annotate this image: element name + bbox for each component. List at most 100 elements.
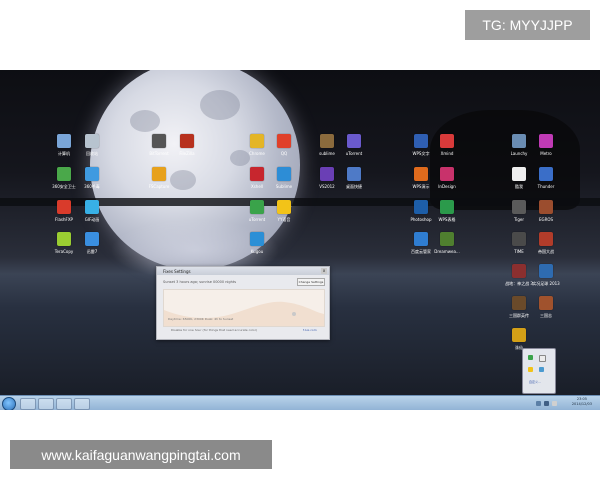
- desktop-icon[interactable]: 桌面快捷: [335, 165, 373, 199]
- desktop-icon-label: EGROS: [538, 217, 554, 222]
- app-icon: [440, 232, 454, 246]
- app-icon: [320, 167, 334, 181]
- desktop-icon-label: Metro: [540, 151, 552, 156]
- desktop-icon[interactable]: GIF动画: [73, 198, 111, 232]
- app-icon: [512, 264, 526, 278]
- app-icon: [512, 134, 526, 148]
- tray-flag-icon[interactable]: [539, 355, 546, 362]
- tray-app2-icon[interactable]: [528, 367, 533, 372]
- desktop-icon-label: VS2012: [319, 184, 335, 189]
- desktop-icon-label: uTorrent: [248, 217, 266, 222]
- app-icon: [57, 134, 71, 148]
- tray-app3-icon[interactable]: [539, 367, 544, 372]
- app-icon: [57, 200, 71, 214]
- desktop-icon-label: WPS演示: [412, 184, 430, 189]
- desktop-icon[interactable]: Sublime: [265, 165, 303, 199]
- taskbar-folder-button[interactable]: [38, 398, 54, 410]
- desktop-icon-label: FSCapture: [148, 184, 170, 189]
- app-icon: [57, 167, 71, 181]
- app-icon: [347, 134, 361, 148]
- desktop-icon[interactable]: FileZilla: [168, 132, 206, 166]
- app-icon: [539, 296, 553, 310]
- dialog-status: Sunset 3 hours ago; sunrise 00000 nights: [163, 280, 237, 284]
- desktop-icon[interactable]: 回收站: [73, 132, 111, 166]
- app-icon: [250, 200, 264, 214]
- desktop-icon-label: Chrome: [249, 151, 265, 156]
- app-icon: [180, 134, 194, 148]
- app-icon: [250, 134, 264, 148]
- desktop-icon-label: GIF动画: [84, 217, 100, 222]
- desktop-icon-label: 计算机: [58, 151, 70, 156]
- desktop-icon-label: QQ: [280, 151, 288, 156]
- dialog-titlebar[interactable]: Fixes Settings x: [157, 267, 329, 275]
- clock-date: 2014/12/03: [571, 402, 592, 406]
- desktop-icon[interactable]: 迅雷7: [73, 230, 111, 264]
- app-icon: [512, 328, 526, 342]
- desktop-icon-label: Xmind: [440, 151, 454, 156]
- desktop-icon-label: TIME: [514, 249, 524, 254]
- app-icon: [440, 167, 454, 181]
- app-icon: [440, 134, 454, 148]
- app-icon: [347, 167, 361, 181]
- desktop-icon-label: Sublime: [275, 184, 293, 189]
- desktop-icon[interactable]: QQ: [265, 132, 303, 166]
- desktop-icon[interactable]: Metro: [527, 132, 565, 166]
- tray-overflow-popup[interactable]: 自定义...: [522, 348, 556, 394]
- desktop-icon-label: Tiger: [513, 217, 525, 222]
- desktop-icon-label: FileZilla: [179, 151, 195, 156]
- bottom-watermark: www.kaifaguanwangpingtai.com: [10, 440, 272, 469]
- desktop-icon-label: uTorrent: [345, 151, 363, 156]
- desktop-icon[interactable]: Thunder: [527, 165, 565, 199]
- desktop-icon[interactable]: 实况足球 2013: [527, 262, 565, 296]
- desktop-icon[interactable]: 360杀毒: [73, 165, 111, 199]
- taskbar-explorer-button[interactable]: [20, 398, 36, 410]
- change-settings-button[interactable]: Change Settings: [297, 278, 325, 286]
- slider-knob[interactable]: [292, 312, 296, 316]
- desktop-icon[interactable]: Kugou: [238, 230, 276, 264]
- app-icon: [277, 200, 291, 214]
- desktop-icon-label: 三国志: [540, 313, 552, 318]
- desktop-icon-label: WPS表格: [438, 217, 456, 222]
- graph-footer: Daytime: 6500K, 2300K Dusk: 4h to Sunset: [168, 317, 234, 321]
- desktop-icon-label: 帝国大战: [538, 249, 554, 254]
- close-icon[interactable]: x: [321, 268, 327, 274]
- desktop-icon-label: Thunder: [537, 184, 555, 189]
- desktop-icon[interactable]: Xmind: [428, 132, 466, 166]
- desktop-icon-label: YY语音: [277, 217, 291, 222]
- desktop-icon[interactable]: 三国志: [527, 294, 565, 328]
- desktop-icon[interactable]: Dreamwea...: [428, 230, 466, 264]
- flux-link[interactable]: f.lux.com: [303, 328, 317, 332]
- taskbar-chrome-button[interactable]: [56, 398, 72, 410]
- tray-customize-link[interactable]: 自定义...: [529, 380, 541, 384]
- app-icon: [512, 167, 526, 181]
- flux-settings-dialog[interactable]: Fixes Settings x Sunset 3 hours ago; sun…: [156, 266, 330, 340]
- app-icon: [512, 200, 526, 214]
- taskbar-app-button[interactable]: [74, 398, 90, 410]
- desktop-icon-label: FlashFXP: [55, 217, 73, 222]
- start-button[interactable]: [2, 397, 16, 410]
- taskbar-clock[interactable]: 23:05 2014/12/03: [572, 397, 592, 407]
- desktop-icon[interactable]: FSCapture: [140, 165, 178, 199]
- desktop-icon[interactable]: EGROS: [527, 198, 565, 232]
- desktop-icon[interactable]: InDesign: [428, 165, 466, 199]
- desktop-icon[interactable]: WPS表格: [428, 198, 466, 232]
- network-icon[interactable]: [536, 401, 541, 406]
- desktop-icon-label: 迅雷7: [86, 249, 98, 254]
- desktop-icon[interactable]: YY语音: [265, 198, 303, 232]
- desktop-icon-label: Kugou: [250, 249, 264, 254]
- desktop-icon-label: InDesign: [438, 184, 456, 189]
- desktop[interactable]: 计算机 回收站 360安全卫士 360杀毒 FlashFXP GIF动画 TeraCopy 迅…: [0, 70, 600, 410]
- app-icon: [57, 232, 71, 246]
- desktop-icon-label: Dreamwea...: [434, 249, 460, 254]
- tray-app-icon[interactable]: [528, 355, 533, 360]
- app-icon: [539, 264, 553, 278]
- desktop-icon[interactable]: 帝国大战: [527, 230, 565, 264]
- desktop-icon[interactable]: uTorrent: [335, 132, 373, 166]
- desktop-icon-label: 回收站: [86, 151, 98, 156]
- disable-hint: Disable for one hour (for things that ne…: [171, 328, 258, 332]
- app-icon: [414, 200, 428, 214]
- volume-icon[interactable]: [544, 401, 549, 406]
- flag-icon[interactable]: [552, 401, 557, 406]
- app-icon: [152, 134, 166, 148]
- desktop-icon-label: Launchy: [510, 151, 528, 156]
